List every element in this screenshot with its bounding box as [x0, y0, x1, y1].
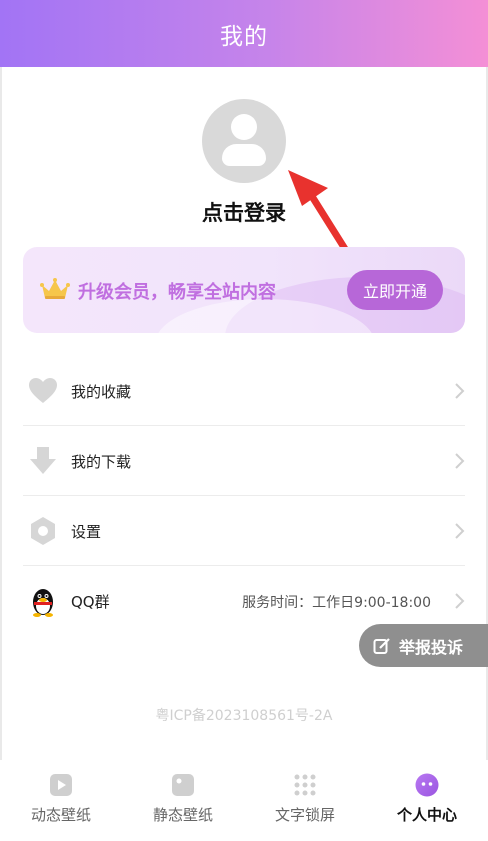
tab-static-wallpaper[interactable]: 静态壁纸 — [122, 760, 244, 841]
tab-text-lockscreen[interactable]: 文字锁屏 — [244, 760, 366, 841]
avatar[interactable] — [202, 99, 286, 183]
crown-icon — [40, 278, 70, 299]
menu-item-label: 我的下载 — [71, 453, 132, 471]
page-title: 我的 — [220, 23, 268, 50]
report-complaint-button[interactable]: 举报投诉 — [359, 624, 488, 667]
bottom-tab-bar: 动态壁纸 静态壁纸 文字锁屏 个人中心 — [0, 760, 488, 841]
menu-item-label: QQ群 — [71, 593, 110, 611]
menu-item-favorites[interactable]: 我的收藏 — [23, 356, 465, 426]
avatar-head-shape — [231, 114, 257, 140]
play-icon — [50, 774, 72, 796]
tab-label: 静态壁纸 — [152, 806, 213, 824]
image-icon — [172, 774, 194, 796]
icp-license-link[interactable]: 粤ICP备2023108561号-2A — [0, 705, 488, 725]
menu-item-downloads[interactable]: 我的下载 — [23, 426, 465, 496]
tab-label: 文字锁屏 — [274, 806, 335, 824]
vip-open-button[interactable]: 立即开通 — [347, 270, 443, 310]
header-bar: 我的 — [0, 0, 488, 67]
download-icon — [30, 447, 56, 474]
report-label: 举报投诉 — [399, 637, 464, 657]
chevron-right-icon — [455, 383, 465, 399]
vip-promo-text: 升级会员，畅享全站内容 — [78, 282, 276, 303]
chevron-right-icon — [455, 593, 465, 609]
menu-item-label: 我的收藏 — [71, 383, 132, 401]
qq-penguin-icon — [33, 589, 53, 617]
tab-label: 个人中心 — [396, 806, 457, 824]
tab-live-wallpaper[interactable]: 动态壁纸 — [0, 760, 122, 841]
tab-label: 动态壁纸 — [30, 806, 91, 824]
settings-icon — [31, 517, 55, 545]
profile-face-icon — [415, 773, 439, 797]
chevron-right-icon — [455, 453, 465, 469]
tab-personal-center[interactable]: 个人中心 — [366, 760, 488, 841]
menu-item-settings[interactable]: 设置 — [23, 496, 465, 566]
avatar-shoulders-shape — [222, 144, 266, 166]
chevron-right-icon — [455, 523, 465, 539]
dots-grid-icon — [294, 774, 316, 796]
service-hours-text: 服务时间：工作日9:00-18:00 — [242, 595, 431, 611]
edit-icon — [373, 637, 390, 654]
menu-list: 我的收藏 我的下载 设置 QQ群 服务时间：工作日9:00-18:00 — [23, 356, 465, 636]
vip-banner[interactable]: 升级会员，畅享全站内容 立即开通 — [23, 247, 465, 333]
heart-icon — [29, 378, 57, 403]
menu-item-label: 设置 — [71, 523, 102, 541]
login-link[interactable]: 点击登录 — [0, 197, 488, 227]
